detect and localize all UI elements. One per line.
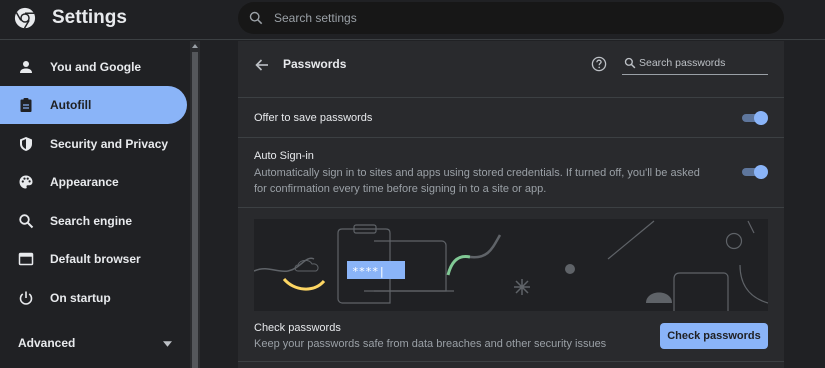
clipboard-icon [20,98,32,112]
power-icon [19,291,33,305]
chrome-logo-icon [14,7,36,29]
sidebar-item-label: Appearance [50,175,119,189]
offer-to-save-toggle[interactable] [742,111,768,125]
auto-signin-description: Automatically sign in to sites and apps … [254,167,700,195]
sidebar: You and Google Autofill Security and Pri… [0,41,190,368]
sidebar-item-default-browser[interactable]: Default browser [0,240,187,278]
check-passwords-button[interactable]: Check passwords [660,323,768,349]
help-icon[interactable] [591,56,607,72]
divider [238,207,784,208]
sidebar-item-label: You and Google [50,60,142,74]
auto-signin-toggle[interactable] [742,165,768,179]
sidebar-item-label: Autofill [50,98,92,112]
sidebar-item-label: Default browser [50,252,141,266]
sidebar-item-you-and-google[interactable]: You and Google [0,48,187,86]
sidebar-item-label: Security and Privacy [50,137,169,151]
check-passwords-label: Check passwords [254,322,341,334]
sidebar-item-appearance[interactable]: Appearance [0,163,187,201]
toggle-knob [754,165,768,179]
sidebar-item-label: On startup [50,291,111,305]
toggle-knob [754,111,768,125]
illustration-graphic: ****| [254,220,768,311]
offer-to-save-row: Offer to save passwords [238,97,784,137]
palette-icon [19,175,33,189]
search-icon [624,57,636,69]
sidebar-item-search-engine[interactable]: Search engine [0,202,187,240]
search-icon [19,214,34,229]
top-bar: Settings [0,0,825,40]
sidebar-advanced-toggle[interactable]: Advanced [0,328,187,358]
app-title: Settings [52,7,127,28]
sidebar-item-label: Search engine [50,214,133,228]
passwords-card: Passwords Offer to save passwords Auto S… [238,41,784,368]
back-arrow-icon[interactable] [254,57,270,73]
sidebar-scrollbar[interactable] [190,41,200,368]
page-title: Passwords [283,57,347,71]
check-passwords-description: Keep your passwords safe from data breac… [254,338,607,350]
passwords-search-box[interactable] [622,53,768,75]
auto-signin-row: Auto Sign-in Automatically sign in to si… [238,137,784,207]
scroll-up-arrow-icon[interactable] [192,44,198,48]
sidebar-item-autofill[interactable]: Autofill [0,86,187,124]
shield-icon [20,137,32,151]
check-passwords-illustration: ****| [254,219,768,311]
password-mask-text: ****| [352,265,385,278]
browser-window-icon [18,252,34,266]
passwords-header: Passwords [238,41,784,96]
offer-to-save-label: Offer to save passwords [254,112,373,124]
settings-search-input[interactable] [274,2,754,34]
settings-search-box[interactable] [238,2,784,34]
divider [238,361,784,362]
auto-signin-label: Auto Sign-in [254,150,314,162]
caret-down-icon [163,341,172,347]
scrollbar-thumb[interactable] [192,52,198,368]
person-icon [20,61,32,73]
sidebar-item-security-and-privacy[interactable]: Security and Privacy [0,125,187,163]
passwords-search-input[interactable] [639,53,765,73]
advanced-label: Advanced [18,336,76,350]
search-icon [249,11,263,25]
sidebar-item-on-startup[interactable]: On startup [0,279,187,317]
